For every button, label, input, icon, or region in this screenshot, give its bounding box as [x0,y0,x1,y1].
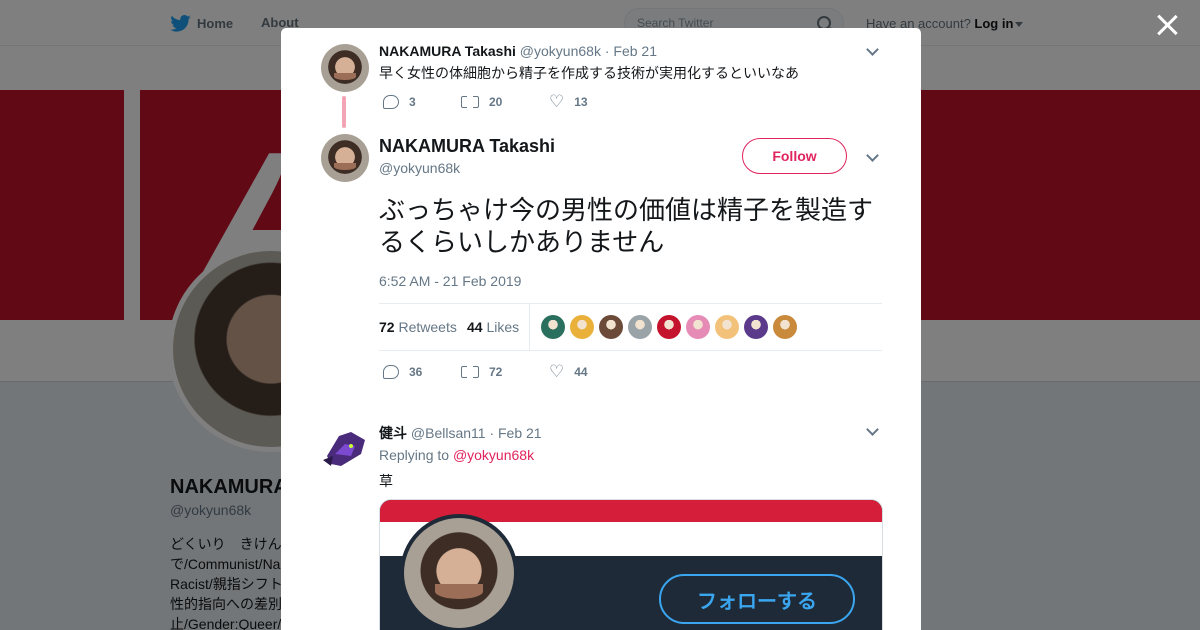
tweet-author-handle[interactable]: @yokyun68k [379,160,460,176]
reply-icon [383,95,399,109]
follow-button[interactable]: Follow [742,138,847,174]
avatar[interactable] [321,134,369,182]
retweet-button[interactable]: 72 [461,364,549,380]
retweets-stat[interactable]: 72 Retweets [379,319,457,335]
close-icon[interactable] [1154,12,1180,38]
liker-avatar[interactable] [599,315,623,339]
retweets-stat-count: 72 [379,319,395,335]
media-follow-button: フォローする [659,574,855,624]
tweet-media-image[interactable]: フォローする [379,499,883,630]
liker-avatar[interactable] [570,315,594,339]
retweet-button[interactable]: 20 [461,94,549,110]
tweet-header: 健斗 @Bellsan11 · Feb 21 [379,423,542,443]
like-button[interactable]: ♡ 13 [549,92,588,111]
reply-count: 36 [409,365,423,379]
heart-icon: ♡ [549,362,565,381]
tweet-text: ぶっちゃけ今の男性の価値は精子を製造するくらいしかありません [379,195,874,257]
mention-link[interactable]: @yokyun68k [453,447,534,463]
tweet-actions: 3 20 ♡ 13 [383,92,588,111]
tweet-author-handle[interactable]: @yokyun68k [520,43,601,59]
tweet-author-name[interactable]: NAKAMURA Takashi [379,136,555,157]
tweet-header: NAKAMURA Takashi @yokyun68k · Feb 21 [379,43,657,59]
liker-avatar[interactable] [715,315,739,339]
reply-button[interactable]: 36 [383,365,461,379]
like-count: 13 [574,95,588,109]
chevron-down-icon[interactable] [866,423,879,436]
retweet-icon [461,94,479,110]
liker-avatar[interactable] [773,315,797,339]
liker-avatar[interactable] [657,315,681,339]
liker-avatar[interactable] [541,315,565,339]
heart-icon: ♡ [549,92,565,111]
tweet-actions: 36 72 ♡ 44 [383,362,588,381]
liker-avatars [541,315,797,339]
tweet-text: 草 [379,473,393,489]
like-button[interactable]: ♡ 44 [549,362,588,381]
retweet-count: 72 [489,365,503,379]
tweet-modal: NAKAMURA Takashi @yokyun68k · Feb 21 早く女… [281,28,921,630]
tweet-date[interactable]: · Feb 21 [489,425,541,441]
media-avatar [400,514,518,630]
avatar[interactable] [321,426,369,474]
reply-icon [383,365,399,379]
replying-to-label: Replying to [379,447,450,463]
reply-count: 3 [409,95,416,109]
reply-button[interactable]: 3 [383,95,461,109]
thread-connector [342,96,346,128]
tweet-author-name[interactable]: NAKAMURA Takashi [379,43,516,59]
likes-stat-count: 44 [467,319,483,335]
retweet-count: 20 [489,95,503,109]
tweet-text: 早く女性の体細胞から精子を作成する技術が実用化するといいなあ [379,65,799,81]
replying-to: Replying to @yokyun68k [379,447,534,463]
like-count: 44 [574,365,588,379]
liker-avatar[interactable] [686,315,710,339]
chevron-down-icon[interactable] [866,149,879,162]
retweets-stat-label: Retweets [398,319,457,335]
tweet-stats: 72 Retweets 44 Likes [379,303,882,351]
likes-stat-label: Likes [486,319,520,335]
tweet-timestamp[interactable]: 6:52 AM - 21 Feb 2019 [379,273,521,289]
avatar[interactable] [321,44,369,92]
liker-avatar[interactable] [628,315,652,339]
chevron-down-icon[interactable] [866,43,879,56]
stats-divider [529,304,530,350]
tweet-author-handle[interactable]: @Bellsan11 [411,425,486,441]
tweet-author-name[interactable]: 健斗 [379,425,407,441]
tweet-date[interactable]: · Feb 21 [605,43,657,59]
liker-avatar[interactable] [744,315,768,339]
likes-stat[interactable]: 44 Likes [467,319,519,335]
character-avatar-icon [323,432,365,466]
retweet-icon [461,364,479,380]
